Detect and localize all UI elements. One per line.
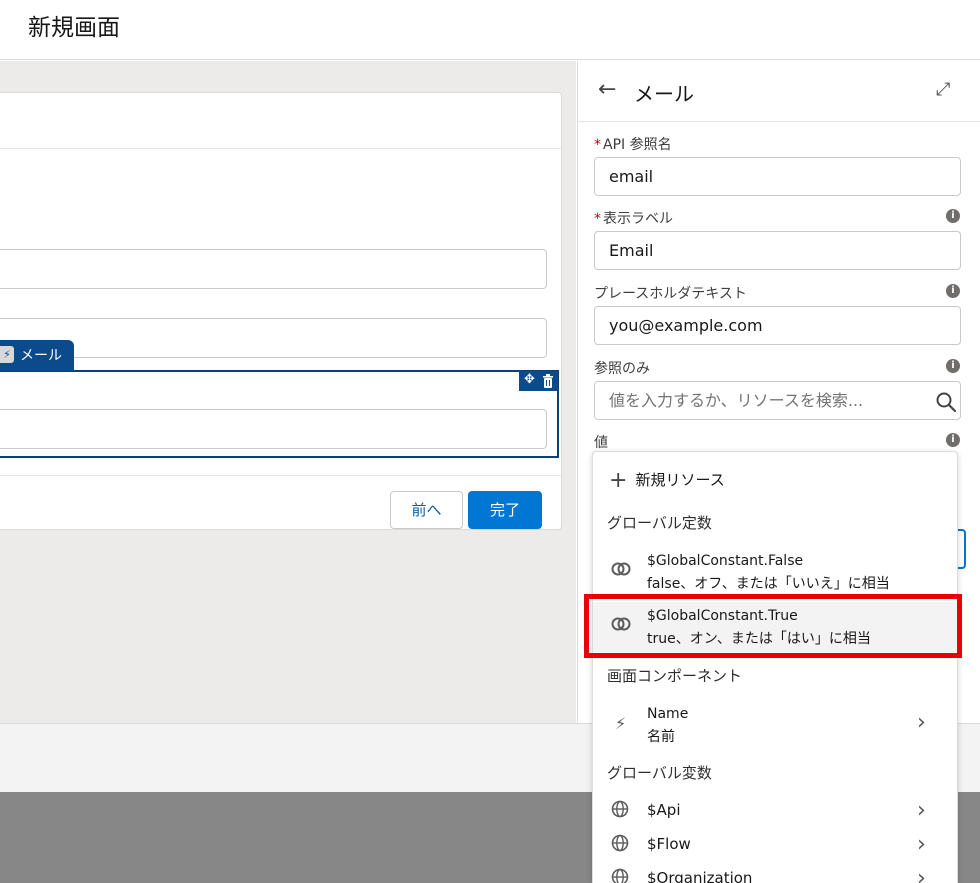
back-arrow-icon[interactable]: ←	[598, 77, 616, 102]
option-name-component[interactable]: ⚡ Name 名前 ›	[593, 700, 957, 750]
resource-dropdown: + 新規リソース グローバル定数 $GlobalConstant.False fa…	[592, 451, 958, 883]
panel-header: ← メール ⤢	[578, 61, 980, 122]
section-global-variables: グローバル変数	[607, 764, 712, 782]
chevron-right-icon: ›	[917, 866, 926, 883]
constant-icon	[611, 561, 631, 581]
field-label-api-name: * API 参照名	[594, 137, 672, 153]
value-input-edge[interactable]	[958, 529, 966, 569]
selected-component-tag: ⚡ メール	[0, 340, 74, 371]
screen-preview-card	[0, 92, 562, 530]
component-toolbar: ✥	[519, 371, 558, 391]
section-screen-components: 画面コンポーネント	[607, 667, 743, 685]
card-header-divider	[0, 148, 561, 149]
chevron-right-icon: ›	[917, 710, 926, 735]
highlight-annotation	[584, 594, 962, 658]
panel-title: メール	[634, 82, 694, 106]
field-label-display-label: * 表示ラベル	[594, 211, 673, 227]
page-title: 新規画面	[28, 15, 120, 41]
plus-icon: +	[609, 468, 628, 493]
expand-icon[interactable]: ⤢	[936, 79, 950, 100]
info-icon[interactable]: i	[946, 359, 960, 373]
card-footer-divider	[0, 475, 561, 476]
display-label-input[interactable]: Email	[594, 231, 961, 270]
new-resource-option[interactable]: + 新規リソース	[609, 466, 725, 493]
prev-button[interactable]: 前へ	[390, 491, 463, 529]
info-icon[interactable]: i	[946, 433, 960, 447]
preview-field-1[interactable]	[0, 249, 547, 289]
info-icon[interactable]: i	[946, 209, 960, 223]
info-icon[interactable]: i	[946, 284, 960, 298]
globe-icon	[611, 834, 629, 856]
move-icon[interactable]: ✥	[524, 372, 535, 387]
chevron-right-icon: ›	[917, 832, 926, 857]
field-label-placeholder: プレースホルダテキスト	[594, 286, 747, 302]
search-icon[interactable]	[934, 390, 958, 414]
preview-field-2[interactable]	[0, 318, 547, 358]
placeholder-input[interactable]: you@example.com	[594, 306, 961, 345]
read-only-input[interactable]: 値を入力するか、リソースを検索...	[594, 381, 961, 420]
globe-icon	[611, 868, 629, 883]
api-name-input[interactable]: email	[594, 157, 961, 196]
preview-email-field[interactable]	[0, 409, 547, 449]
selected-component-label: メール	[20, 348, 62, 364]
globe-icon	[611, 800, 629, 822]
trash-icon[interactable]	[542, 372, 554, 392]
field-label-read-only: 参照のみ	[594, 361, 650, 377]
done-button[interactable]: 完了	[468, 491, 542, 529]
title-bar: 新規画面	[0, 0, 980, 60]
chevron-right-icon: ›	[917, 798, 926, 823]
section-global-constants: グローバル定数	[607, 514, 712, 532]
bolt-icon: ⚡	[0, 346, 14, 363]
field-label-value: 値	[594, 435, 608, 451]
bolt-icon: ⚡	[615, 714, 627, 733]
option-global-constant-false[interactable]: $GlobalConstant.False false、オフ、または「いいえ」に…	[593, 547, 957, 597]
option-organization[interactable]: $Organization ›	[593, 856, 957, 883]
